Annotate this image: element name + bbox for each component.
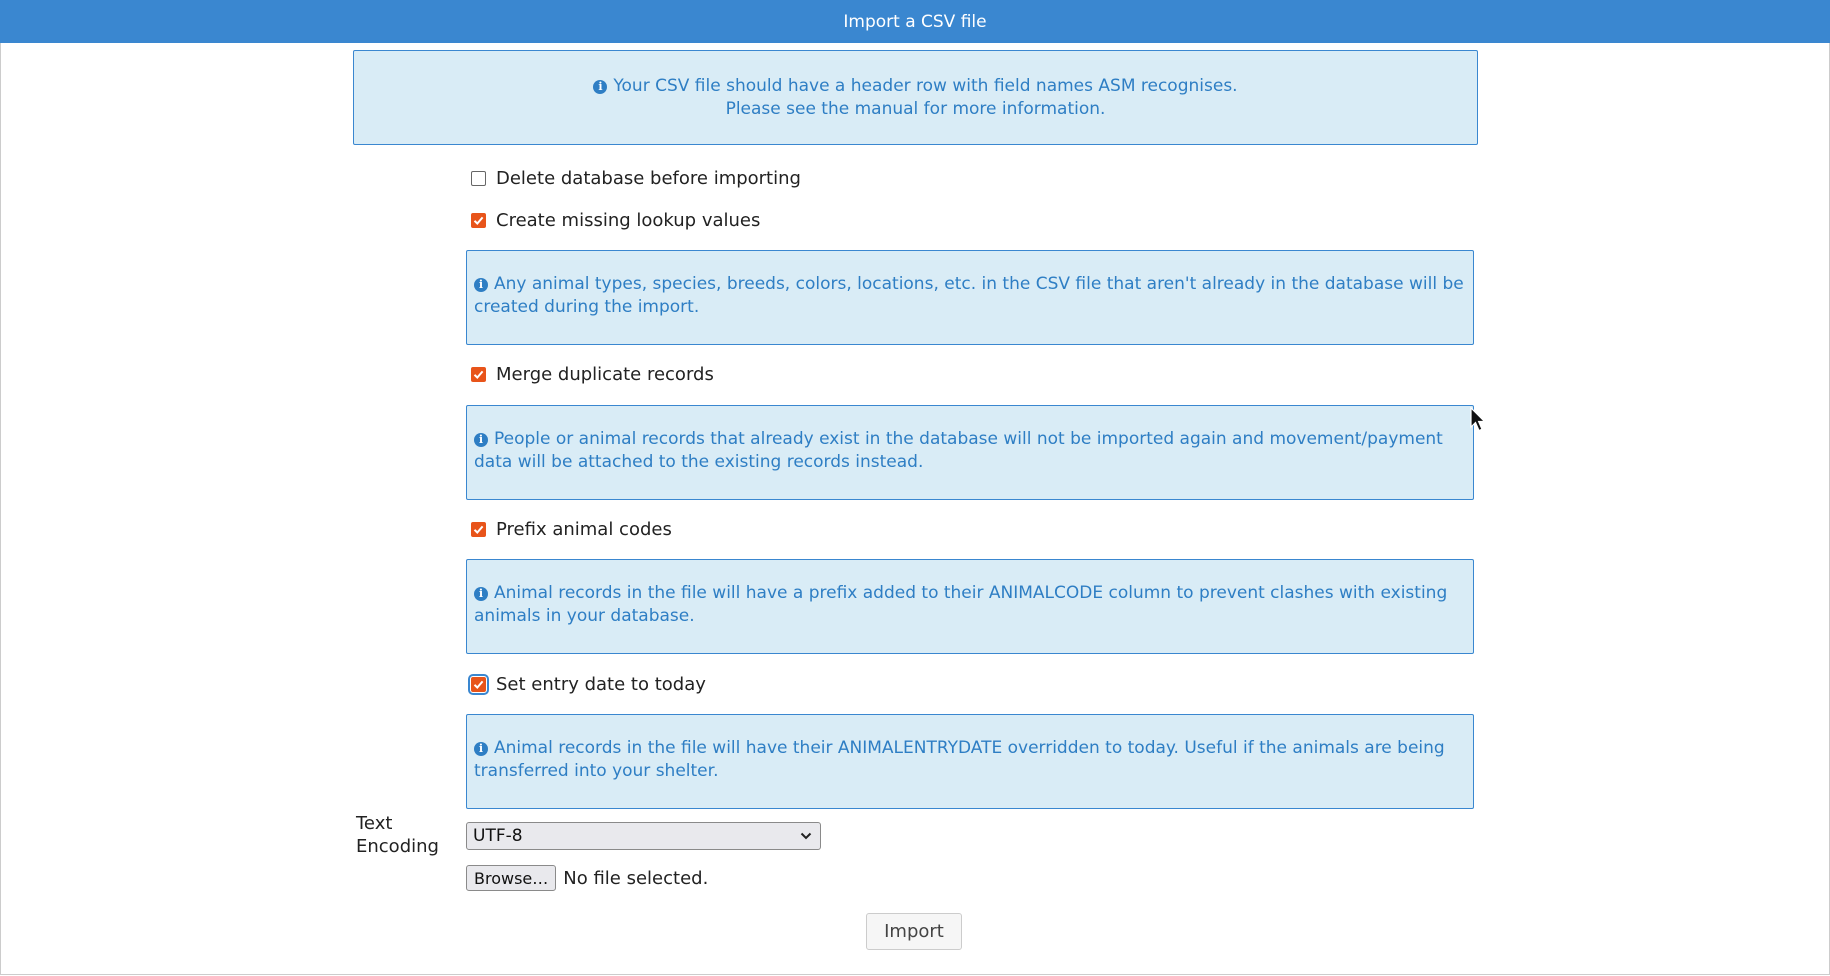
prefix-codes-label: Prefix animal codes	[496, 518, 672, 540]
dialog-title: Import a CSV file	[0, 0, 1830, 43]
merge-duplicates-label: Merge duplicate records	[496, 363, 714, 385]
encoding-label: Text Encoding	[356, 812, 439, 858]
import-button[interactable]: Import	[866, 913, 962, 950]
prefix-codes-help-text: Animal records in the file will have a p…	[474, 583, 1448, 626]
option-entry-date[interactable]: Set entry date to today	[468, 672, 706, 696]
delete-database-label: Delete database before importing	[496, 167, 801, 189]
encoding-label-line-1: Text	[356, 813, 393, 834]
merge-duplicates-help: i People or animal records that already e…	[466, 405, 1474, 500]
checkmark-icon	[473, 680, 484, 689]
encoding-select-value: UTF-8	[473, 826, 523, 846]
option-prefix-codes[interactable]: Prefix animal codes	[471, 517, 672, 541]
mouse-cursor-icon	[1470, 407, 1486, 432]
prefix-codes-help: i Animal records in the file will have a …	[466, 559, 1474, 654]
entry-date-help-text: Animal records in the file will have the…	[474, 738, 1445, 781]
entry-date-label: Set entry date to today	[496, 673, 706, 695]
file-picker: Browse… No file selected.	[466, 865, 708, 891]
intro-line-1: Your CSV file should have a header row w…	[613, 75, 1238, 96]
checkmark-icon	[473, 216, 484, 225]
entry-date-help: i Animal records in the file will have th…	[466, 714, 1474, 809]
create-lookups-checkbox[interactable]	[471, 212, 486, 228]
info-circle-icon: i	[474, 278, 488, 292]
entry-date-checkbox[interactable]	[468, 673, 489, 695]
intro-line-2: Please see the manual for more informati…	[725, 98, 1106, 119]
encoding-label-line-2: Encoding	[356, 836, 439, 857]
option-merge-duplicates[interactable]: Merge duplicate records	[471, 362, 714, 386]
create-lookups-label: Create missing lookup values	[496, 209, 761, 231]
option-create-lookups[interactable]: Create missing lookup values	[471, 208, 760, 232]
create-lookups-help-text: Any animal types, species, breeds, color…	[474, 274, 1464, 317]
checkmark-icon	[473, 525, 484, 534]
info-circle-icon: i	[474, 742, 488, 756]
create-lookups-help: i Any animal types, species, breeds, colo…	[466, 250, 1474, 345]
file-status: No file selected.	[563, 867, 709, 889]
option-delete-database[interactable]: Delete database before importing	[471, 166, 801, 190]
chevron-down-icon	[800, 832, 812, 840]
delete-database-checkbox[interactable]	[471, 170, 486, 186]
dialog-body	[0, 43, 1830, 975]
prefix-codes-checkbox[interactable]	[471, 521, 486, 537]
info-circle-icon: i	[593, 79, 608, 94]
merge-duplicates-help-text: People or animal records that already ex…	[474, 429, 1443, 472]
intro-info-box: i Your CSV file should have a header row …	[353, 50, 1478, 145]
info-circle-icon: i	[474, 433, 488, 447]
checkmark-icon	[473, 370, 484, 379]
info-circle-icon: i	[474, 587, 488, 601]
merge-duplicates-checkbox[interactable]	[471, 366, 486, 382]
encoding-select[interactable]: UTF-8	[466, 822, 821, 850]
browse-button[interactable]: Browse…	[466, 865, 557, 891]
